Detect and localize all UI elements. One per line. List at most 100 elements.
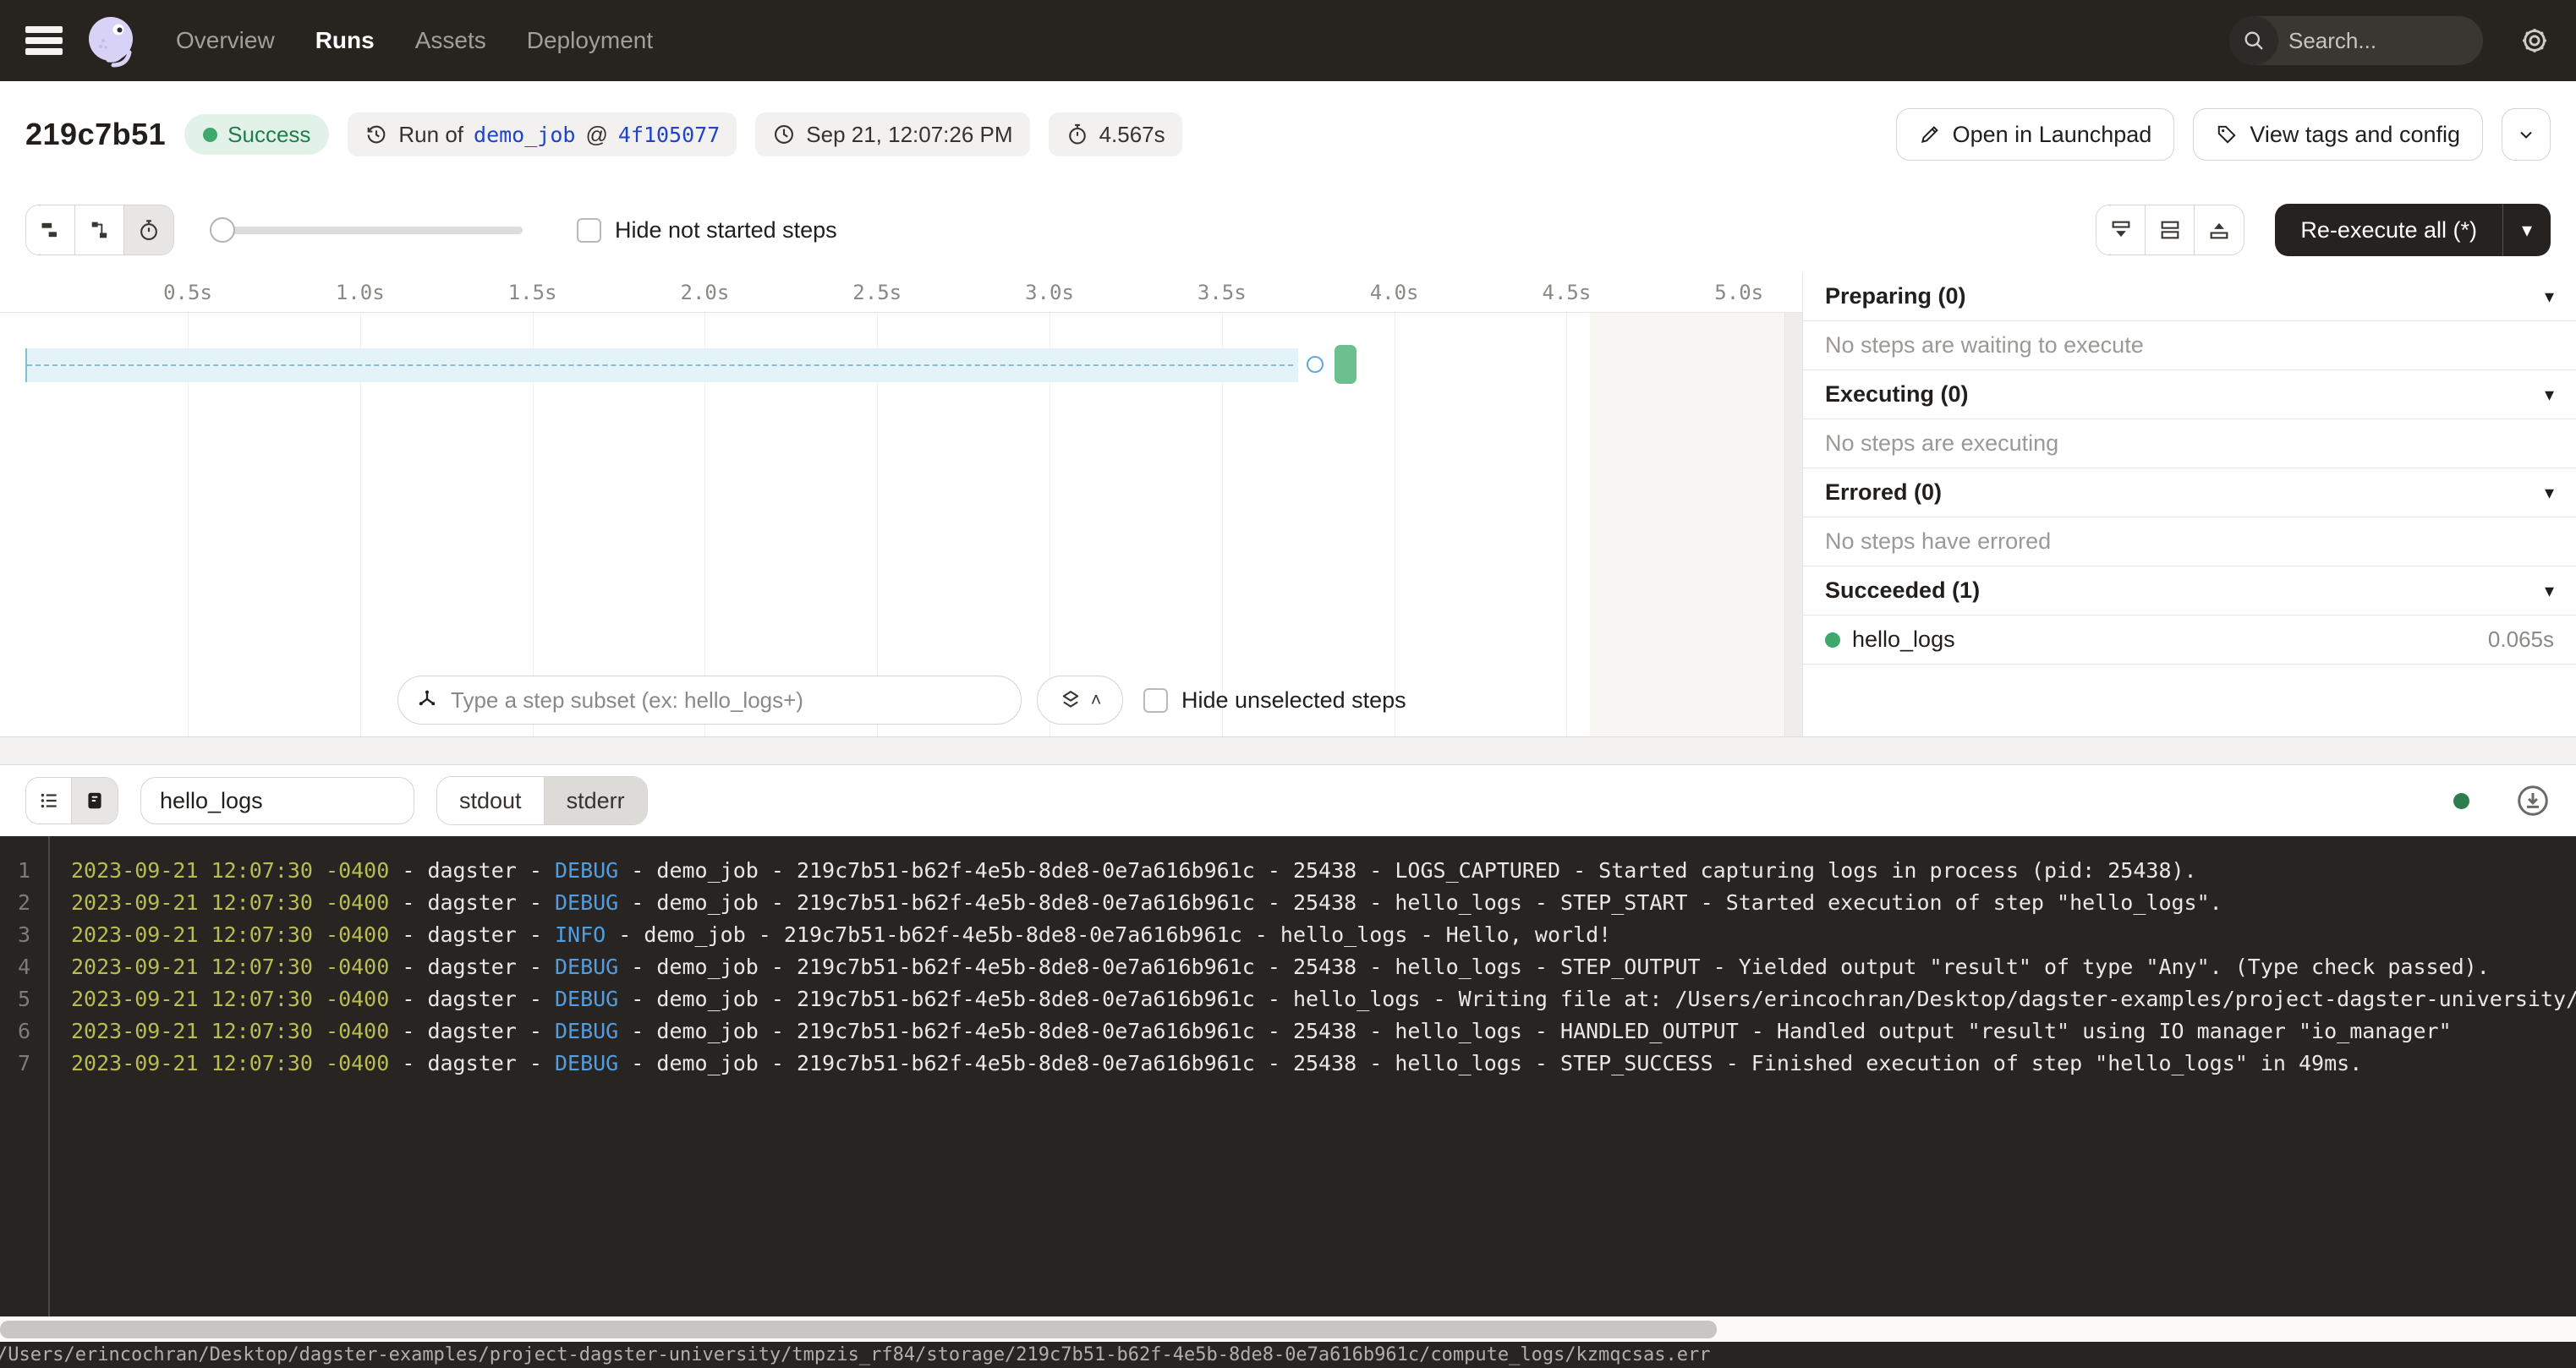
job-link[interactable]: demo_job bbox=[474, 123, 575, 147]
hide-not-started-label: Hide not started steps bbox=[615, 217, 837, 244]
zoom-slider-handle[interactable] bbox=[210, 217, 235, 243]
section-empty-message: No steps are executing bbox=[1803, 419, 2576, 468]
view-tags-config-button[interactable]: View tags and config bbox=[2193, 108, 2483, 161]
section-empty-message: No steps are waiting to execute bbox=[1803, 321, 2576, 370]
nav-link-runs[interactable]: Runs bbox=[315, 27, 375, 54]
timestamp-label: Sep 21, 12:07:26 PM bbox=[806, 122, 1012, 148]
axis-tick: 4.5s bbox=[1542, 281, 1591, 304]
tab-stdout[interactable]: stdout bbox=[437, 777, 544, 824]
collapse-bottom-panel-button[interactable] bbox=[2096, 205, 2146, 254]
timestamp-pill: Sep 21, 12:07:26 PM bbox=[755, 112, 1029, 156]
log-view-mode-group bbox=[25, 777, 118, 824]
collapse-top-panel-button[interactable] bbox=[2195, 205, 2244, 254]
menu-icon[interactable] bbox=[25, 26, 63, 55]
open-in-launchpad-button[interactable]: Open in Launchpad bbox=[1896, 108, 2175, 161]
reexecute-dropdown-button[interactable]: ▾ bbox=[2503, 204, 2551, 256]
reexecute-all-label: Re-execute all (*) bbox=[2275, 204, 2502, 256]
log-pane: stdout stderr 12023-09-21 12:07:30 -0400… bbox=[0, 765, 2576, 1368]
gantt-view-mode-group bbox=[25, 205, 174, 255]
axis-tick: 1.5s bbox=[508, 281, 557, 304]
sidebar-section-preparing[interactable]: Preparing (0) ▾ bbox=[1803, 272, 2576, 321]
log-toolbar: stdout stderr bbox=[0, 765, 2576, 836]
panel-layout-group bbox=[2096, 205, 2244, 255]
log-output: 12023-09-21 12:07:30 -0400 - dagster - D… bbox=[0, 836, 2576, 1316]
gridline bbox=[1566, 313, 1567, 736]
raw-log-view-button[interactable] bbox=[72, 778, 118, 824]
scrollbar-thumb[interactable] bbox=[0, 1321, 1717, 1338]
stopwatch-icon bbox=[1066, 123, 1089, 146]
run-top-pane: 0.5s1.0s1.5s2.0s2.5s3.0s3.5s4.0s4.5s5.0s bbox=[0, 272, 2576, 736]
tag-icon bbox=[2216, 123, 2238, 145]
gantt-pane: 0.5s1.0s1.5s2.0s2.5s3.0s3.5s4.0s4.5s5.0s bbox=[0, 272, 1803, 736]
history-icon bbox=[364, 123, 388, 146]
download-log-icon[interactable] bbox=[2515, 783, 2551, 818]
step-waiting-band bbox=[25, 348, 1298, 382]
gantt-grid bbox=[0, 313, 1784, 736]
reexecute-all-button[interactable]: Re-execute all (*) ▾ bbox=[2275, 204, 2551, 256]
nav-link-assets[interactable]: Assets bbox=[415, 27, 486, 54]
caret-down-icon: ▾ bbox=[2545, 482, 2554, 504]
axis-tick: 5.0s bbox=[1714, 281, 1763, 304]
top-nav: Overview Runs Assets Deployment / bbox=[0, 0, 2576, 81]
sidebar-section-succeeded[interactable]: Succeeded (1) ▾ bbox=[1803, 566, 2576, 616]
step-status-sidebar: Preparing (0) ▾ No steps are waiting to … bbox=[1803, 272, 2576, 736]
hide-unselected-checkbox[interactable] bbox=[1143, 688, 1168, 713]
clock-icon bbox=[772, 123, 796, 146]
step-bar-hello-logs[interactable] bbox=[1335, 345, 1357, 384]
layers-icon bbox=[1059, 688, 1082, 712]
duration-pill: 4.567s bbox=[1049, 112, 1182, 156]
axis-tick: 2.5s bbox=[852, 281, 902, 304]
section-empty-message: No steps have errored bbox=[1803, 517, 2576, 566]
search-input[interactable] bbox=[2278, 28, 2483, 54]
status-dot-icon bbox=[203, 128, 217, 142]
step-duration: 0.065s bbox=[2488, 627, 2554, 653]
timeline-axis: 0.5s1.0s1.5s2.0s2.5s3.0s3.5s4.0s4.5s5.0s bbox=[0, 272, 1802, 313]
sidebar-section-errored[interactable]: Errored (0) ▾ bbox=[1803, 468, 2576, 517]
graph-query-options-button[interactable]: ˄ bbox=[1037, 676, 1123, 725]
hide-not-started-checkbox[interactable] bbox=[577, 218, 601, 243]
stdout-stderr-toggle: stdout stderr bbox=[436, 776, 648, 825]
gantt-vertical-scrollbar[interactable] bbox=[1784, 313, 1802, 736]
duration-label: 4.567s bbox=[1099, 122, 1165, 148]
log-line: 52023-09-21 12:07:30 -0400 - dagster - D… bbox=[0, 983, 2576, 1015]
log-line: 42023-09-21 12:07:30 -0400 - dagster - D… bbox=[0, 951, 2576, 983]
caret-down-icon: ▾ bbox=[2545, 580, 2554, 602]
step-start-marker-icon bbox=[1307, 356, 1324, 373]
log-step-filter-input[interactable] bbox=[140, 777, 414, 824]
hide-unselected-row[interactable]: Hide unselected steps bbox=[1143, 687, 1406, 714]
hide-not-started-row[interactable]: Hide not started steps bbox=[577, 217, 837, 244]
step-subset-inputbox[interactable] bbox=[397, 676, 1022, 725]
chevron-down-icon bbox=[2516, 124, 2536, 145]
tab-stderr[interactable]: stderr bbox=[544, 777, 647, 824]
code-version-link[interactable]: 4f105077 bbox=[618, 123, 720, 147]
status-badge: Success bbox=[184, 114, 329, 155]
pane-resizer-handle[interactable] bbox=[0, 736, 2576, 765]
log-stream-status-dot bbox=[2453, 793, 2469, 809]
waiting-dashed-line bbox=[27, 364, 1293, 366]
header-more-dropdown-button[interactable] bbox=[2502, 108, 2551, 161]
structured-event-view-button[interactable] bbox=[26, 778, 72, 824]
step-subset-input[interactable] bbox=[451, 687, 1004, 714]
view-timing-button[interactable] bbox=[124, 205, 173, 254]
nav-link-deployment[interactable]: Deployment bbox=[527, 27, 653, 54]
global-search[interactable]: / bbox=[2229, 16, 2483, 65]
app-window: Overview Runs Assets Deployment / 219c7b… bbox=[0, 0, 2576, 1368]
settings-gear-icon[interactable] bbox=[2518, 25, 2551, 57]
log-horizontal-scrollbar[interactable] bbox=[0, 1316, 2576, 1342]
view-waterfall-button[interactable] bbox=[75, 205, 124, 254]
axis-tick: 4.0s bbox=[1370, 281, 1419, 304]
axis-tick: 2.0s bbox=[680, 281, 729, 304]
log-file-statusbar: /Users/erincochran/Desktop/dagster-examp… bbox=[0, 1342, 2576, 1368]
sidebar-section-executing[interactable]: Executing (0) ▾ bbox=[1803, 370, 2576, 419]
at-symbol: @ bbox=[585, 122, 607, 148]
succeeded-step-row[interactable]: hello_logs 0.065s bbox=[1803, 616, 2576, 665]
nav-link-overview[interactable]: Overview bbox=[176, 27, 275, 54]
dagster-logo-icon[interactable] bbox=[83, 13, 139, 68]
view-flat-gantt-button[interactable] bbox=[26, 205, 75, 254]
op-selector-icon bbox=[415, 688, 439, 712]
split-panels-button[interactable] bbox=[2146, 205, 2195, 254]
chevron-up-icon: ˄ bbox=[1091, 689, 1102, 711]
zoom-slider[interactable] bbox=[210, 217, 523, 243]
status-label: Success bbox=[227, 122, 310, 148]
caret-down-icon: ▾ bbox=[2522, 218, 2532, 243]
